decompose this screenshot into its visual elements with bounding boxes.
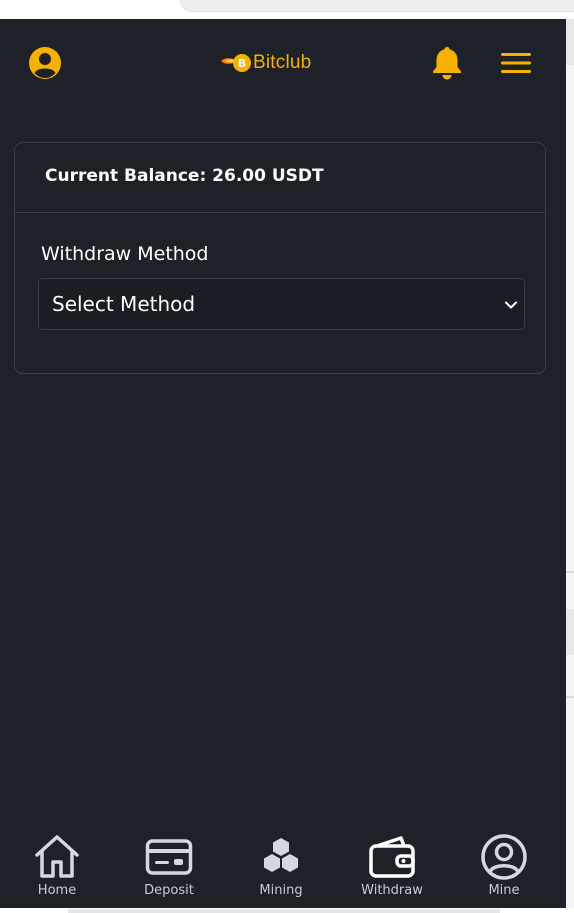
current-balance: Current Balance: 26.00 USDT (45, 166, 324, 186)
hexagons-icon (257, 833, 305, 881)
bottom-navigation: Home Deposit Mining Withdraw Mine (0, 819, 566, 908)
hamburger-menu-icon (501, 53, 531, 73)
address-bar[interactable] (180, 0, 574, 12)
nav-deposit[interactable]: Deposit (124, 833, 214, 905)
nav-label: Withdraw (361, 883, 423, 898)
app-screen: B Bitclub Current Balance: 26.00 USDT Wi… (0, 19, 566, 908)
profile-button[interactable] (25, 43, 65, 83)
nav-home[interactable]: Home (12, 833, 102, 905)
card-header: Current Balance: 26.00 USDT (15, 143, 545, 213)
chevron-down-icon (505, 301, 517, 309)
nav-withdraw[interactable]: Withdraw (347, 833, 437, 905)
nav-label: Mine (488, 883, 520, 898)
coin-letter: B (237, 56, 247, 70)
home-icon (33, 833, 81, 881)
notifications-button[interactable] (427, 43, 467, 83)
nav-label: Mining (259, 883, 303, 898)
brand-logo[interactable]: B Bitclub (221, 50, 341, 76)
withdraw-method-label: Withdraw Method (41, 243, 209, 265)
scroll-handle[interactable] (68, 909, 500, 913)
withdraw-method-select[interactable]: Select Method (38, 278, 525, 330)
coin-icon: B (233, 54, 251, 72)
nav-mining[interactable]: Mining (236, 833, 326, 905)
nav-label: Deposit (144, 883, 194, 898)
browser-top-strip (0, 0, 574, 19)
wallet-icon (368, 833, 416, 881)
user-circle-icon (29, 47, 61, 79)
balance-card: Current Balance: 26.00 USDT Withdraw Met… (14, 142, 546, 374)
bell-icon (433, 47, 461, 80)
app-header: B Bitclub (0, 19, 566, 105)
menu-button[interactable] (496, 43, 536, 83)
nav-mine[interactable]: Mine (459, 833, 549, 905)
edge-mark (566, 609, 574, 655)
card-icon (145, 833, 193, 881)
brand-name: Bitclub (253, 52, 312, 73)
adjacent-window-edge (566, 19, 574, 913)
select-value: Select Method (52, 292, 196, 316)
bottom-strip (0, 908, 574, 913)
edge-mark (566, 571, 574, 573)
edge-mark (566, 696, 574, 698)
nav-label: Home (37, 883, 77, 898)
edge-mark (566, 19, 574, 65)
user-circle-icon (480, 833, 528, 881)
